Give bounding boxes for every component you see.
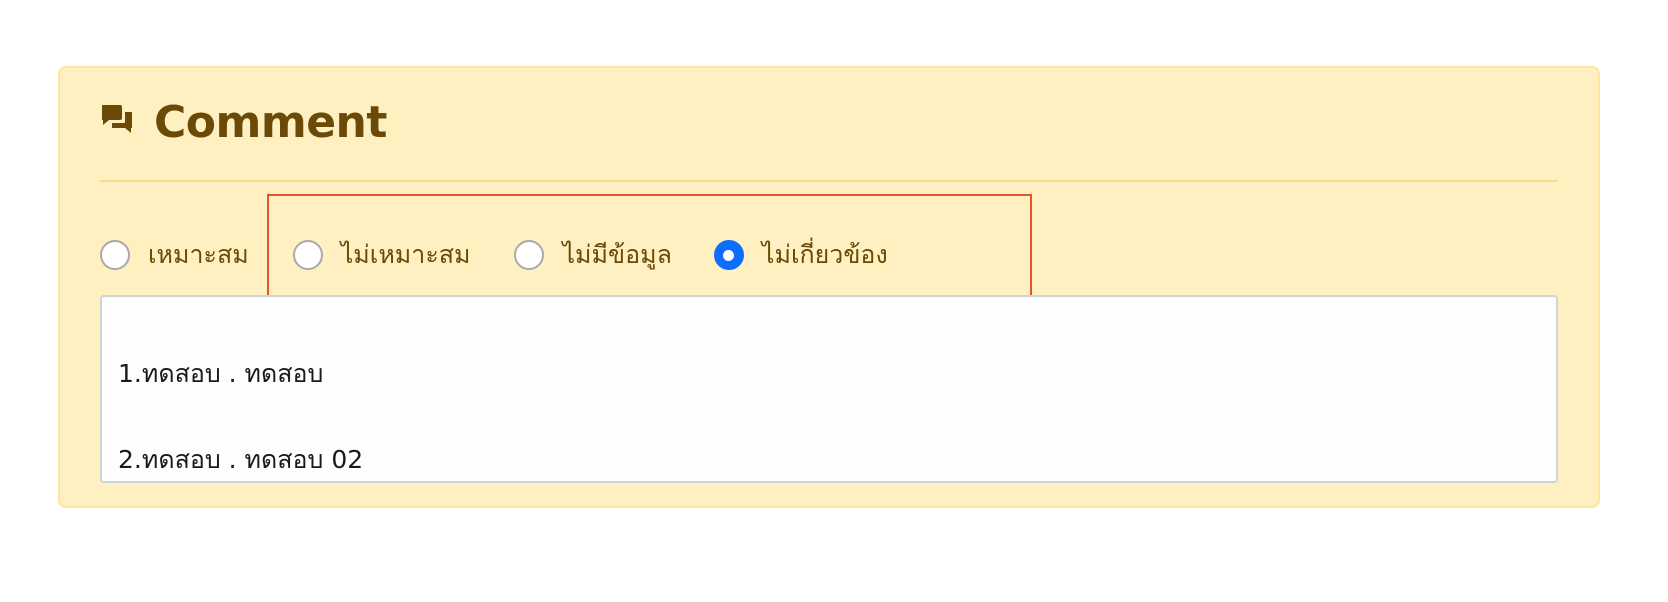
comments-icon [100,102,134,136]
radio-button[interactable] [100,240,130,270]
header-divider [100,180,1558,182]
comment-line: 2.ทดสอบ . ทดสอบ 02 [118,445,364,474]
highlight-box [267,194,1032,302]
page-title: Comment [154,96,387,148]
comment-header: Comment [100,92,387,152]
radio-option-suitable[interactable]: เหมาะสม [100,235,249,275]
comment-textarea[interactable]: 1.ทดสอบ . ทดสอบ 2.ทดสอบ . ทดสอบ 02 [100,295,1558,483]
radio-label: เหมาะสม [148,240,249,269]
comment-line: 1.ทดสอบ . ทดสอบ [118,359,324,388]
